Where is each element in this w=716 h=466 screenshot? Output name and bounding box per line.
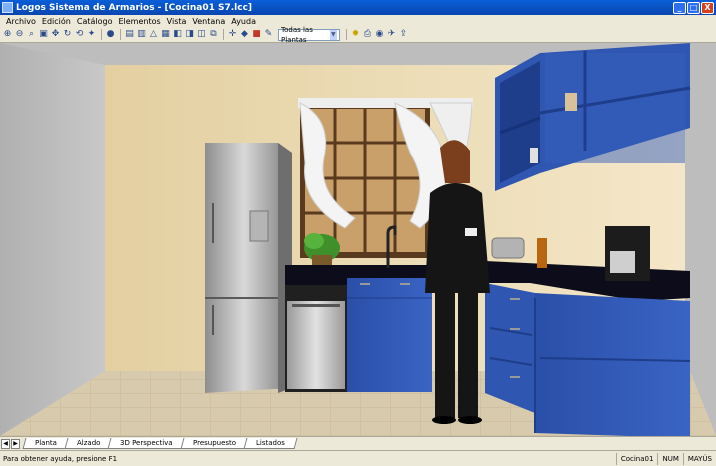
view-tab-strip: ◀ ▶ Planta Alzado 3D Perspectiva Presupu… <box>0 436 716 450</box>
floor-view-select[interactable]: Todas las Plantas ▼ <box>278 26 340 44</box>
toaster <box>491 237 525 259</box>
status-caps: MAYÚS <box>682 452 716 465</box>
render-icon[interactable]: ■ <box>251 29 262 40</box>
camera-icon[interactable]: ◉ <box>374 29 385 40</box>
toolbar: ⊕ ⊖ ⌕ ▣ ✥ ↻ ⟲ ✦ ● ▤ ▥ △ ▦ ◧ ◨ ◫ ⧉ ✛ ◆ ■ … <box>0 26 716 44</box>
move-icon[interactable]: ✛ <box>227 29 238 40</box>
status-num: NUM <box>657 452 682 465</box>
menu-edicion[interactable]: Edición <box>39 17 74 26</box>
tab-nav-prev-icon[interactable]: ◀ <box>1 438 10 449</box>
tab-alzado[interactable]: Alzado <box>64 438 113 449</box>
bottle <box>537 238 547 268</box>
menu-catalogo[interactable]: Catálogo <box>74 17 116 26</box>
view-right-icon[interactable]: ◨ <box>184 29 195 40</box>
zoom-in-icon[interactable]: ⊕ <box>2 29 13 40</box>
refresh-icon[interactable]: ⟲ <box>74 29 85 40</box>
minimize-button[interactable]: _ <box>673 1 686 14</box>
menu-vista[interactable]: Vista <box>164 17 190 26</box>
close-button[interactable]: X <box>701 1 714 14</box>
tab-nav-next-icon[interactable]: ▶ <box>11 438 20 449</box>
export-icon[interactable]: ⇪ <box>398 29 409 40</box>
view-iso-icon[interactable]: ◫ <box>196 29 207 40</box>
pan-icon[interactable]: ✥ <box>50 29 61 40</box>
rotate-icon[interactable]: ↻ <box>62 29 73 40</box>
tab-3d-perspectiva[interactable]: 3D Perspectiva <box>107 438 186 449</box>
bird-icon[interactable]: ✈ <box>386 29 397 40</box>
zoom-out-icon[interactable]: ⊖ <box>14 29 25 40</box>
zoom-window-icon[interactable]: ⌕ <box>26 29 37 40</box>
3d-viewport[interactable] <box>0 43 716 436</box>
chevron-down-icon[interactable]: ▼ <box>329 29 337 40</box>
menu-ventana[interactable]: Ventana <box>189 17 228 26</box>
base-cabinet-corner <box>485 283 535 413</box>
zoom-all-icon[interactable]: ▣ <box>38 29 49 40</box>
view-left-icon[interactable]: ◧ <box>172 29 183 40</box>
title-bar[interactable]: Logos Sistema de Armarios - [Cocina01 S7… <box>0 0 716 15</box>
maximize-button[interactable]: □ <box>687 1 700 14</box>
dishwasher <box>285 285 347 392</box>
menu-archivo[interactable]: Archivo <box>3 17 39 26</box>
app-icon[interactable] <box>2 2 13 13</box>
base-cabinet-left <box>347 278 432 392</box>
tab-listados[interactable]: Listados <box>243 438 298 449</box>
tab-planta[interactable]: Planta <box>22 438 70 449</box>
coffee-maker <box>605 226 650 281</box>
base-cabinet-right <box>535 293 690 436</box>
view-side-icon[interactable]: ▥ <box>136 29 147 40</box>
view-front-icon[interactable]: ▤ <box>124 29 135 40</box>
handle <box>400 283 410 285</box>
handle <box>360 283 370 285</box>
refrigerator <box>205 143 292 393</box>
light-icon[interactable]: ✦ <box>86 29 97 40</box>
floor-view-select-value: Todas las Plantas <box>281 25 313 44</box>
application-window: Logos Sistema de Armarios - [Cocina01 S7… <box>0 0 716 466</box>
view-top-icon[interactable]: ▦ <box>160 29 171 40</box>
bulb-icon[interactable]: ✹ <box>350 29 361 40</box>
measure-icon[interactable]: △ <box>148 29 159 40</box>
menu-ayuda[interactable]: Ayuda <box>228 17 259 26</box>
menu-bar: Archivo Edición Catálogo Elementos Vista… <box>0 15 716 27</box>
menu-elementos[interactable]: Elementos <box>115 17 163 26</box>
pencil-icon[interactable]: ✎ <box>263 29 274 40</box>
left-wall <box>0 43 105 436</box>
kitchen-render[interactable] <box>0 43 716 436</box>
point-icon[interactable]: ● <box>105 29 116 40</box>
copy-icon[interactable]: ⧉ <box>208 29 219 40</box>
print-icon[interactable]: ⎙ <box>362 29 373 40</box>
tab-presupuesto[interactable]: Presupuesto <box>180 438 249 449</box>
status-message: Para obtener ayuda, presione F1 <box>3 454 118 463</box>
window-title: Logos Sistema de Armarios - [Cocina01 S7… <box>16 2 253 13</box>
status-file: Cocina01 <box>615 452 658 465</box>
status-bar: Para obtener ayuda, presione F1 Cocina01… <box>0 450 716 466</box>
cube-icon[interactable]: ◆ <box>239 29 250 40</box>
